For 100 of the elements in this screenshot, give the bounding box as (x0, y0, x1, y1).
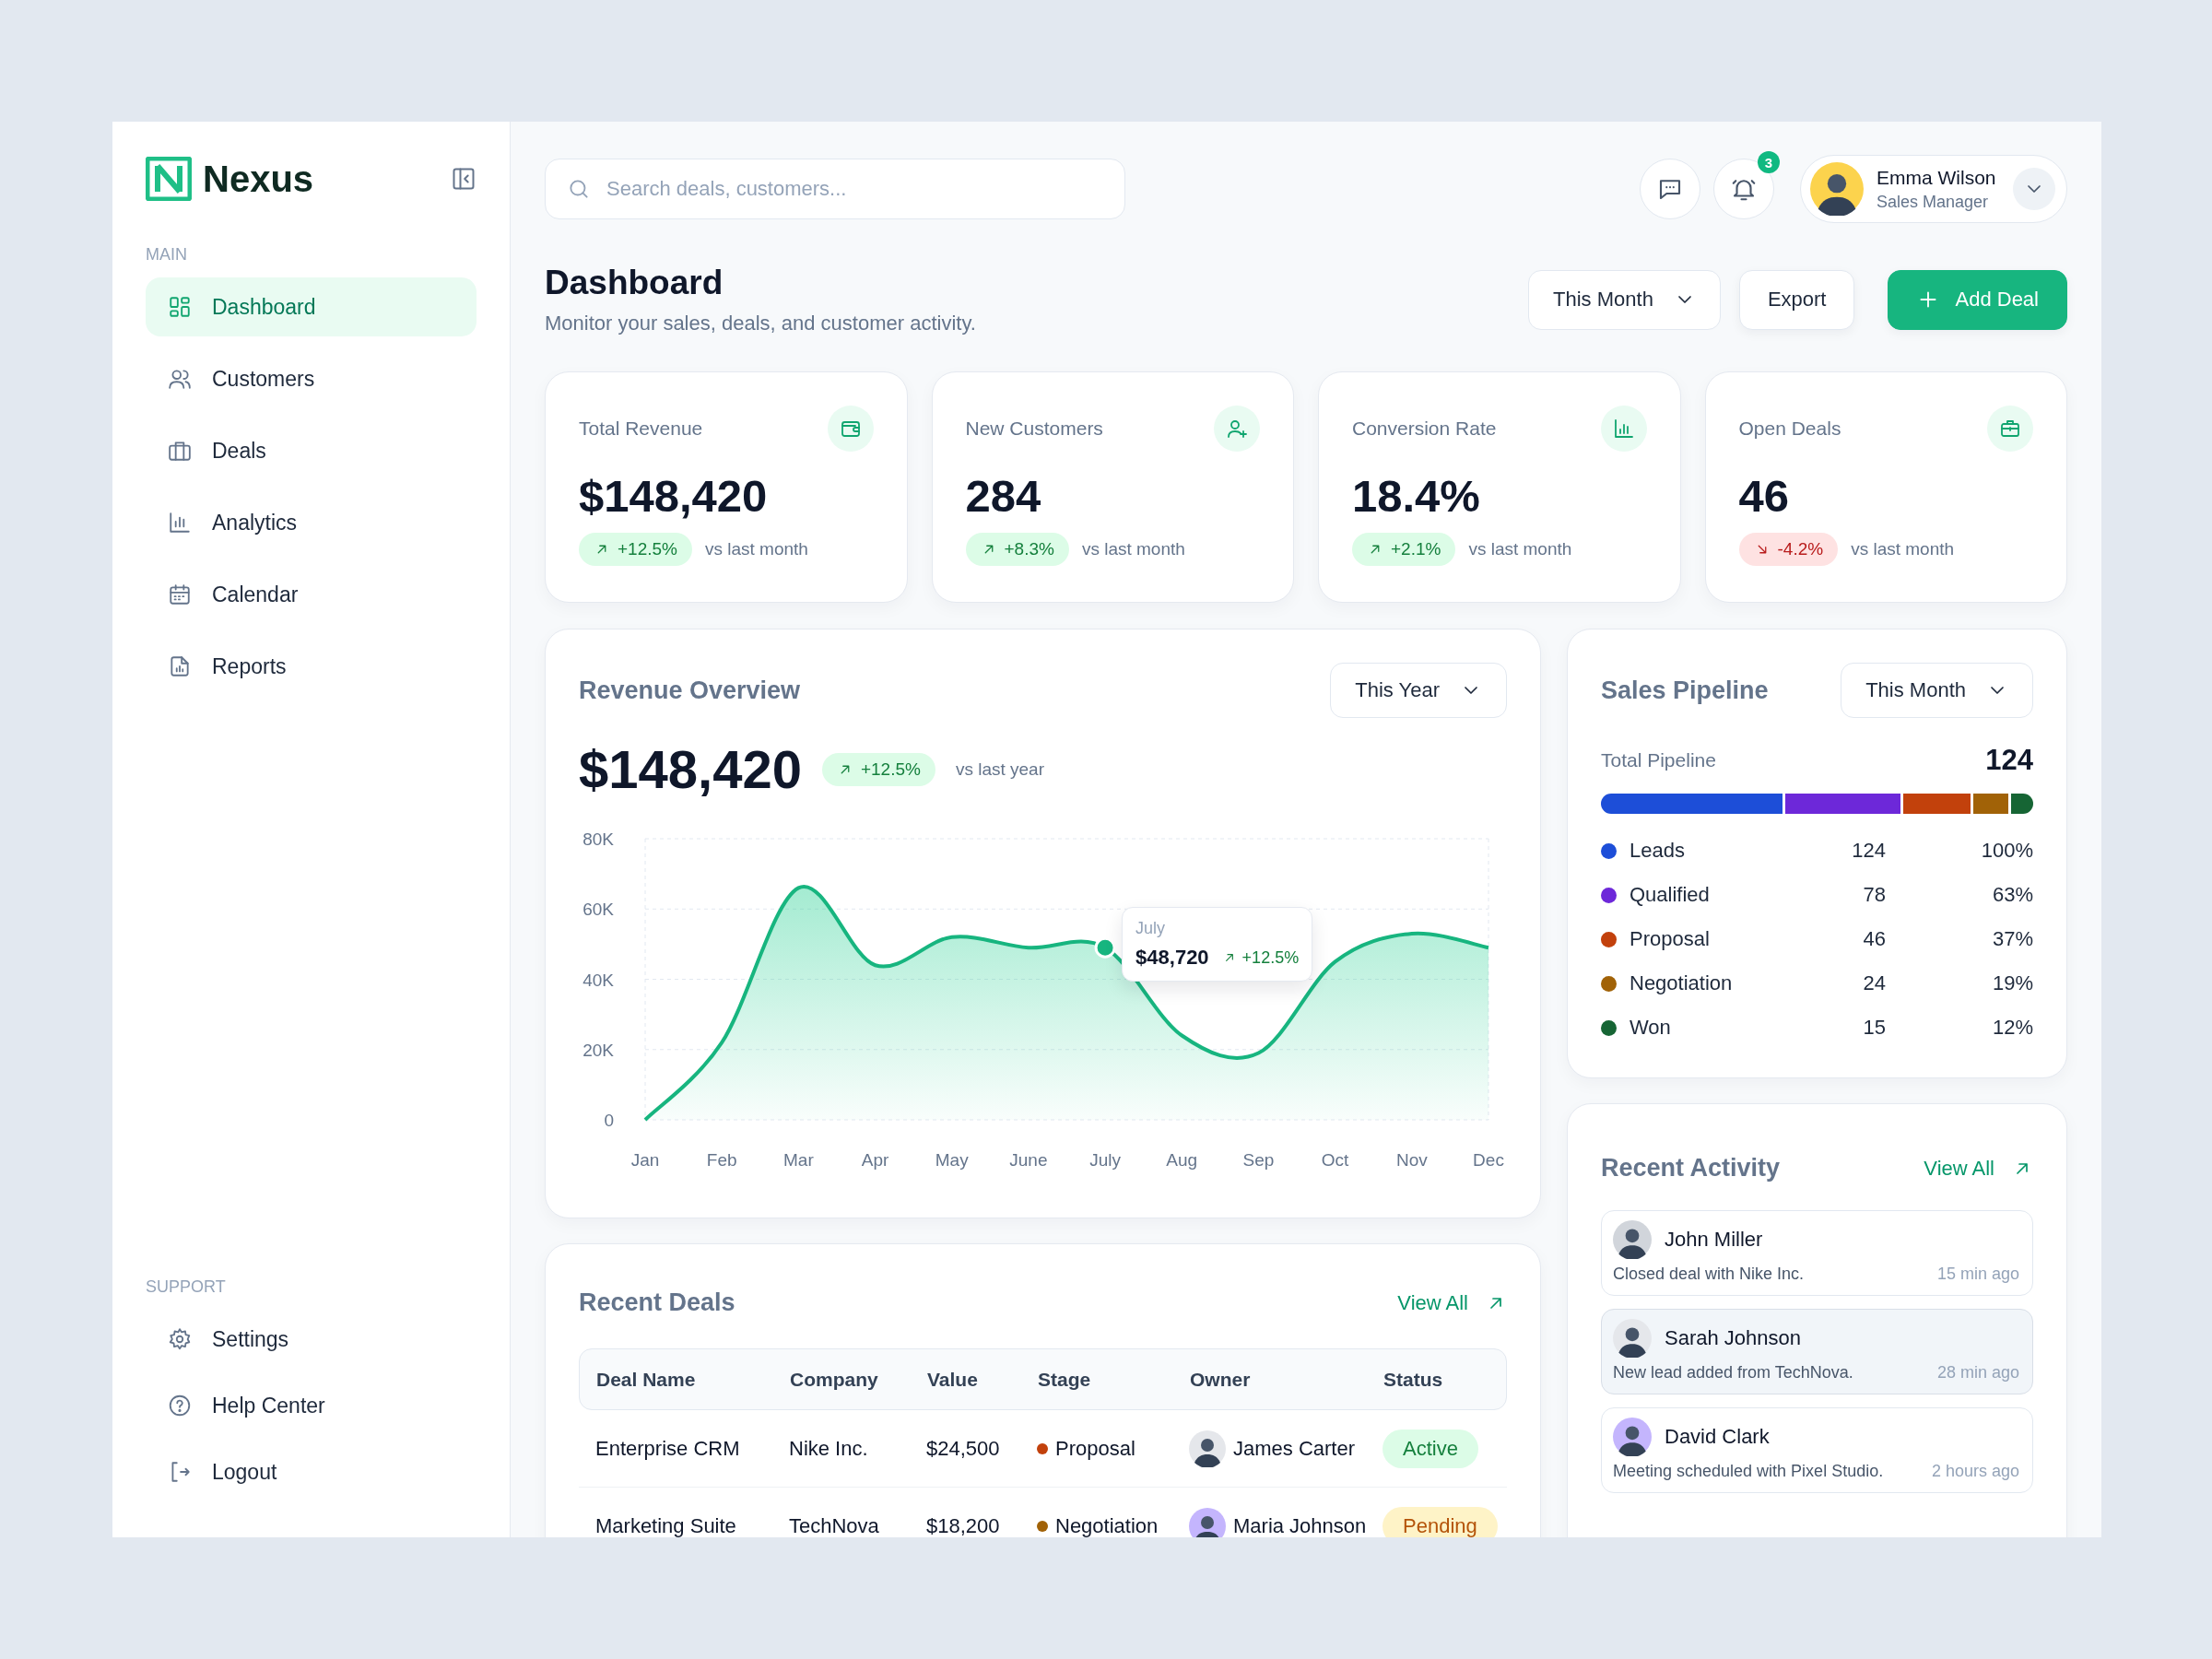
axis-label: 40K (582, 970, 614, 990)
comparison-note: vs last month (1851, 539, 1955, 559)
change-text: +8.3% (1004, 539, 1054, 559)
activity-time: 15 min ago (1936, 1265, 2019, 1284)
section-heading: SUPPORT (146, 1277, 227, 1297)
user-avatar (1189, 1430, 1226, 1467)
stage-share: 12% (1991, 1016, 2033, 1040)
user-plus-icon (1214, 406, 1260, 452)
view-all-link[interactable]: View All (1397, 1290, 1507, 1315)
stat-value: 46 (1738, 470, 1790, 522)
column-header: Company (790, 1368, 879, 1391)
activity-item[interactable]: John Miller Closed deal with Nike Inc. 15 min ago (1601, 1210, 2033, 1296)
change-text: -4.2% (1777, 539, 1824, 559)
axis-label: 0 (604, 1111, 614, 1130)
axis-label: Apr (861, 1150, 889, 1170)
stage-name: Proposal (1630, 927, 1710, 951)
period-dropdown[interactable]: This Year (1330, 663, 1507, 718)
person-name: Sarah Johnson (1665, 1326, 1801, 1350)
stage-label: Negotiation (1055, 1513, 1159, 1537)
stage-name: Leads (1630, 839, 1685, 863)
person-name: David Clark (1665, 1425, 1770, 1449)
stage-count: 124 (1851, 839, 1886, 863)
axis-label: Oct (1321, 1150, 1349, 1170)
card-title: Revenue Overview (579, 676, 801, 705)
export-button[interactable]: Export (1738, 269, 1855, 330)
table-cell-text: Enterprise CRM (595, 1436, 741, 1461)
user-avatar (1810, 162, 1864, 216)
stage-count: 46 (1862, 927, 1886, 951)
stat-value: 284 (965, 470, 1042, 522)
nav-item[interactable]: Help Center (146, 1376, 477, 1435)
change-text: +12.5% (618, 539, 677, 559)
page-title: Dashboard (545, 264, 724, 302)
activity-item[interactable]: Sarah Johnson New lead added from TechNova. 28 min ago (1601, 1309, 2033, 1394)
column-header: Value (927, 1368, 979, 1391)
stage-share: 37% (1991, 927, 2033, 951)
stage-count: 78 (1862, 883, 1886, 907)
period-dropdown[interactable]: This Month (1841, 663, 2033, 718)
nav-item[interactable]: Dashboard (146, 277, 477, 336)
comparison-note: vs last month (1468, 539, 1572, 559)
stat-label: Conversion Rate (1352, 418, 1497, 440)
owner-name: Maria Johnson (1233, 1513, 1367, 1537)
axis-label: May (935, 1150, 969, 1170)
stage-share: 63% (1991, 883, 2033, 907)
stage-share: 100% (1980, 839, 2033, 863)
comparison-note: vs last month (1081, 539, 1185, 559)
search-field[interactable]: Search deals, customers... (545, 159, 1125, 219)
axis-label: July (1089, 1150, 1121, 1170)
column-header: Stage (1038, 1368, 1092, 1391)
stat-value: $148,420 (579, 470, 769, 522)
data-point (1094, 936, 1116, 959)
tooltip-change: +12.5% (1221, 947, 1300, 968)
table-cell-text: TechNova (789, 1513, 880, 1537)
comparison-note: vs last month (705, 539, 808, 559)
axis-label: 80K (582, 830, 614, 849)
search-icon (567, 177, 591, 201)
user-avatar (1613, 1220, 1652, 1259)
status-tag: Active (1382, 1429, 1478, 1468)
total-label: Total Pipeline (1601, 749, 1716, 771)
nav-item[interactable]: Analytics (146, 493, 477, 552)
axis-label: Nov (1395, 1150, 1428, 1170)
comparison-note: vs last year (955, 759, 1044, 780)
stage-label: Proposal (1055, 1436, 1135, 1461)
section-heading: MAIN (146, 245, 188, 265)
column-header: Deal Name (596, 1368, 697, 1391)
nav-item[interactable]: Logout (146, 1442, 477, 1501)
stage-name: Qualified (1630, 883, 1710, 907)
total-value: 124 (1985, 744, 2033, 777)
stage-name: Negotiation (1630, 971, 1733, 995)
profile-menu[interactable]: Emma Wilson Sales Manager (1800, 155, 2067, 223)
stage-name: Won (1630, 1016, 1671, 1040)
nav-item[interactable]: Calendar (146, 565, 477, 624)
activity-text: New lead added from TechNova. (1613, 1363, 1853, 1382)
nav-item[interactable]: Deals (146, 421, 477, 480)
briefcase-icon (1987, 406, 2033, 452)
user-name: Emma Wilson (1877, 166, 1996, 189)
settings-icon (168, 1327, 192, 1351)
nav-item[interactable]: Reports (146, 637, 477, 696)
logo-icon (146, 157, 192, 201)
axis-label: Sep (1242, 1150, 1275, 1170)
stat-label: Total Revenue (579, 418, 703, 440)
view-all-link[interactable]: View All (1924, 1156, 2033, 1181)
table-cell-text: $18,200 (926, 1513, 1001, 1537)
activity-item[interactable]: David Clark Meeting scheduled with Pixel Studio. 2 hours ago (1601, 1407, 2033, 1493)
briefcase-icon (168, 439, 192, 463)
users-icon (168, 367, 192, 391)
nav-item[interactable]: Settings (146, 1310, 477, 1369)
card-title: Recent Deals (579, 1288, 735, 1317)
column-header: Owner (1190, 1368, 1252, 1391)
nav-item[interactable]: Customers (146, 349, 477, 408)
brand-name: Nexus (203, 158, 314, 200)
collapse-sidebar-icon[interactable] (451, 166, 477, 192)
notification-count: 3 (1758, 151, 1780, 173)
axis-label: Aug (1166, 1150, 1198, 1170)
change-text: +12.5% (860, 759, 921, 780)
table-cell-text: Marketing Suite (595, 1513, 737, 1537)
axis-label: 20K (582, 1040, 614, 1060)
activity-time: 28 min ago (1936, 1363, 2019, 1382)
person-name: John Miller (1665, 1228, 1763, 1252)
period-dropdown[interactable]: This Month (1528, 269, 1721, 330)
card-title: Recent Activity (1601, 1154, 1781, 1182)
